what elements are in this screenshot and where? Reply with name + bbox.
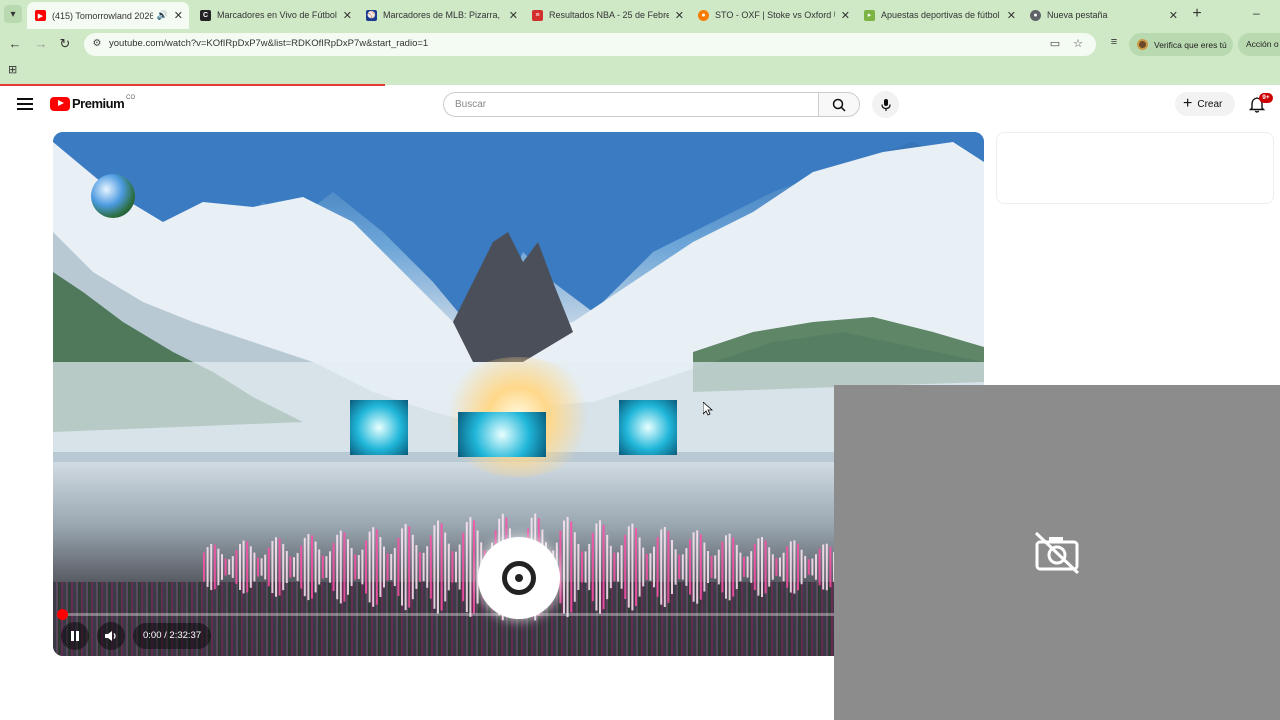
verify-identity-button[interactable]: Verifica que eres tú: [1129, 33, 1233, 56]
profile-avatar-icon: [1137, 39, 1148, 50]
minimize-icon[interactable]: –: [1253, 6, 1260, 20]
site-info-icon[interactable]: ⚙: [90, 37, 104, 51]
back-button[interactable]: ←: [6, 35, 24, 53]
tab-search-button[interactable]: ▾: [4, 5, 22, 23]
tab-title: Resultados NBA - 25 de Febrero: [549, 10, 669, 20]
globe-logo-icon: [91, 174, 135, 218]
tab-mlb[interactable]: ⚾ Marcadores de MLB: Pizarra, Po ✕: [358, 3, 524, 27]
forward-button[interactable]: →: [32, 35, 50, 53]
close-tab-icon[interactable]: ✕: [1169, 9, 1178, 22]
new-tab-button[interactable]: +: [1188, 5, 1206, 23]
tab-apuestas[interactable]: ▸ Apuestas deportivas de fútbol ✕: [856, 3, 1022, 27]
browser-toolbar: ← → ↻ ⚙ youtube.com/watch?v=KOfIRpDxP7w&…: [0, 29, 1280, 59]
bookmarks-bar: ⊞: [0, 59, 1280, 83]
notifications-badge: 9+: [1259, 93, 1273, 103]
close-tab-icon[interactable]: ✕: [675, 9, 684, 22]
mlb-icon: ⚾: [366, 9, 377, 21]
plus-icon: +: [1183, 95, 1193, 112]
reload-button[interactable]: ↻: [56, 35, 74, 53]
camera-off-overlay: [834, 385, 1280, 720]
voice-search-button[interactable]: [872, 91, 899, 118]
address-bar[interactable]: ⚙ youtube.com/watch?v=KOfIRpDxP7w&list=R…: [84, 33, 1096, 56]
tab-title: Nueva pestaña: [1047, 10, 1108, 20]
logo-text: Premium: [72, 96, 125, 111]
pause-icon: [71, 631, 79, 641]
verify-label: Verifica que eres tú: [1154, 39, 1227, 50]
time-display: 0:00 / 2:32:37: [133, 623, 212, 649]
tab-nba[interactable]: ≡ Resultados NBA - 25 de Febrero ✕: [524, 3, 690, 27]
search-input[interactable]: Buscar: [443, 92, 818, 117]
speaker-icon[interactable]: 🔊: [157, 10, 168, 21]
close-tab-icon[interactable]: ✕: [343, 9, 352, 22]
action-button[interactable]: Acción o: [1238, 33, 1280, 56]
create-label: Crear: [1197, 98, 1223, 110]
tab-youtube[interactable]: ▶ (415) Tomorrowland 2026 🔊 ✕: [27, 2, 189, 29]
mouse-cursor-icon: [703, 402, 713, 416]
url-text[interactable]: youtube.com/watch?v=KOfIRpDxP7w&list=RDK…: [109, 38, 428, 49]
search-icon: [832, 98, 846, 112]
sidebar-placeholder-card: [996, 132, 1274, 204]
tab-marcadores-futbol[interactable]: C Marcadores en Vivo de Fútbol ✕: [192, 3, 358, 27]
youtube-masthead: Premium CO Buscar + Crear 9+: [0, 86, 1280, 130]
tab-title: STO - OXF | Stoke vs Oxford Un: [715, 10, 835, 20]
volume-icon: [105, 631, 116, 641]
tab-nueva-pestana[interactable]: ● Nueva pestaña ✕: [1022, 3, 1184, 27]
scores-icon: C: [200, 9, 211, 21]
browser-chrome: ▾ ▶ (415) Tomorrowland 2026 🔊 ✕ C Marcad…: [0, 0, 1280, 85]
tab-title: Marcadores en Vivo de Fútbol: [217, 10, 337, 20]
create-button[interactable]: + Crear: [1175, 92, 1235, 116]
menu-icon[interactable]: [17, 96, 33, 112]
pause-button[interactable]: [61, 622, 89, 650]
youtube-icon: ▶: [35, 10, 46, 21]
tab-stoke-oxford[interactable]: ● STO - OXF | Stoke vs Oxford Un ✕: [690, 3, 856, 27]
tab-title: Marcadores de MLB: Pizarra, Po: [383, 10, 503, 20]
cast-icon[interactable]: ▭: [1048, 37, 1062, 51]
youtube-play-icon: [50, 96, 70, 111]
progress-scrubber[interactable]: [57, 609, 68, 620]
volume-button[interactable]: [97, 622, 125, 650]
tab-strip: ▾ ▶ (415) Tomorrowland 2026 🔊 ✕ C Marcad…: [0, 0, 1280, 29]
stage-screen-right: [619, 400, 677, 455]
close-tab-icon[interactable]: ✕: [1007, 9, 1016, 22]
tab-title: Apuestas deportivas de fútbol: [881, 10, 1000, 20]
close-tab-icon[interactable]: ✕: [841, 9, 850, 22]
tab-title: (415) Tomorrowland 2026: [52, 10, 153, 21]
bookmark-star-icon[interactable]: ☆: [1071, 37, 1085, 51]
close-tab-icon[interactable]: ✕: [174, 9, 183, 22]
camera-off-icon: [1034, 531, 1080, 575]
stage-screen-left: [350, 400, 408, 455]
soccer-icon: ●: [698, 9, 709, 21]
logo-country: CO: [126, 94, 136, 101]
chrome-icon: ●: [1030, 9, 1041, 21]
bet-icon: ▸: [864, 9, 875, 21]
vinyl-record-icon: [478, 537, 560, 619]
stage-screen-center: [458, 412, 546, 457]
nba-icon: ≡: [532, 9, 543, 21]
reading-list-icon[interactable]: ≡: [1106, 36, 1122, 52]
close-tab-icon[interactable]: ✕: [509, 9, 518, 22]
youtube-logo[interactable]: Premium CO: [50, 94, 136, 111]
search-button[interactable]: [818, 92, 860, 117]
microphone-icon: [880, 98, 891, 111]
apps-grid-icon[interactable]: ⊞: [8, 64, 20, 76]
